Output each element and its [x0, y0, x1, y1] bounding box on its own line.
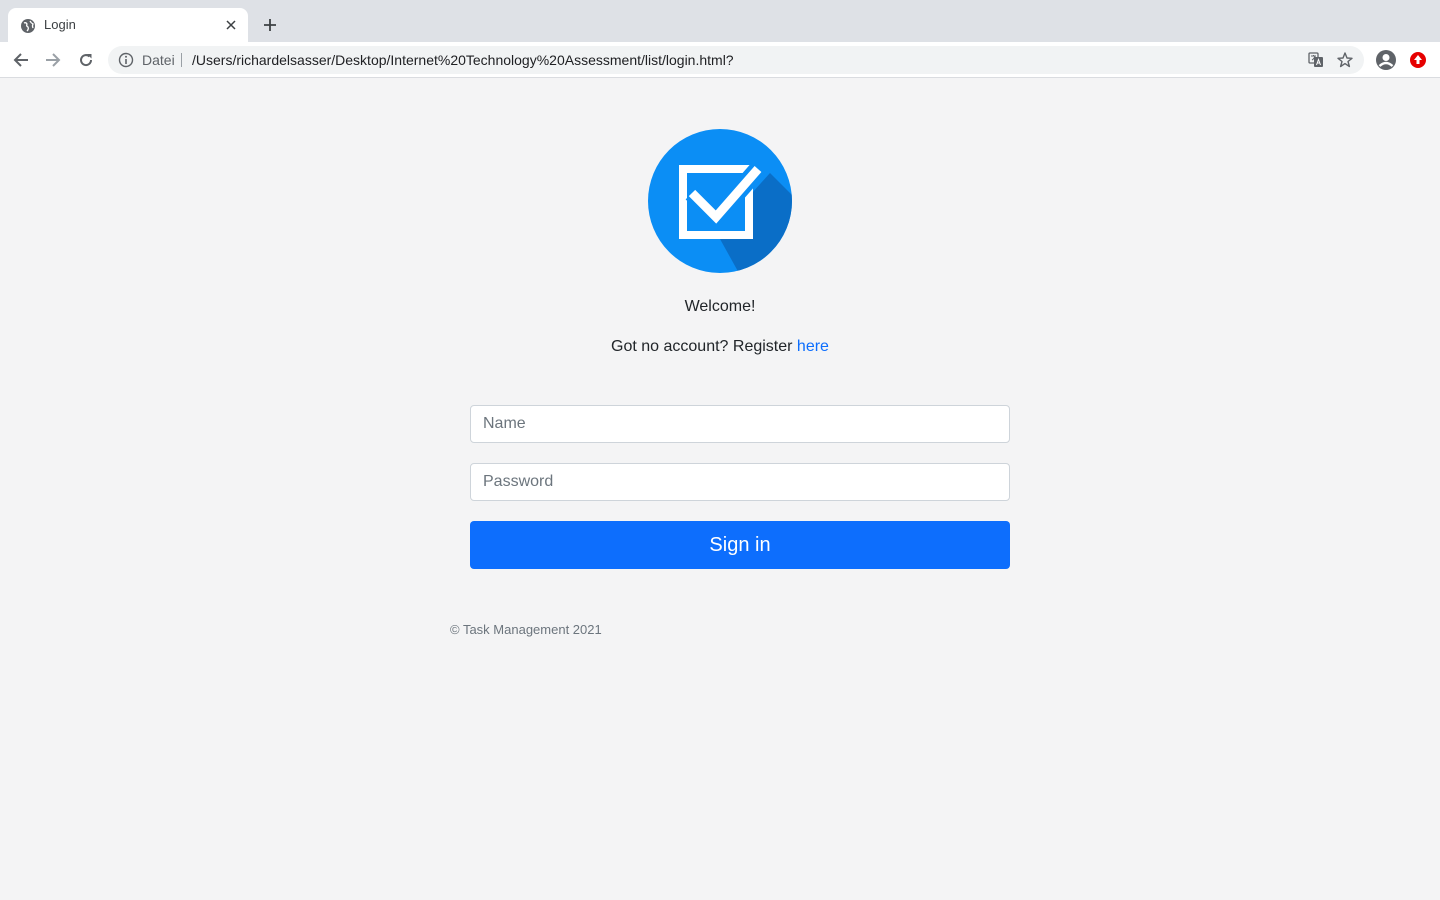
globe-icon: [20, 18, 36, 34]
sign-in-button[interactable]: Sign in: [470, 521, 1010, 569]
register-text: Got no account? Register: [611, 338, 797, 355]
reload-icon[interactable]: [74, 48, 98, 72]
divider: [181, 53, 182, 67]
register-prompt: Got no account? Register here: [0, 338, 1440, 356]
footer-copyright: © Task Management 2021: [450, 622, 602, 637]
star-icon[interactable]: [1336, 51, 1354, 69]
tab-title: Login: [44, 17, 76, 32]
profile-icon[interactable]: [1375, 49, 1397, 71]
extension-icon[interactable]: [1409, 51, 1427, 69]
browser-toolbar: Datei /Users/richardelsasser/Desktop/Int…: [0, 42, 1440, 78]
scheme-label: Datei: [142, 52, 175, 68]
login-page: Welcome! Got no account? Register here S…: [0, 79, 1440, 900]
welcome-text: Welcome!: [684, 298, 756, 315]
name-input[interactable]: [470, 405, 1010, 443]
checkbox-logo: [648, 129, 792, 273]
close-icon[interactable]: [222, 16, 240, 34]
url-text[interactable]: /Users/richardelsasser/Desktop/Internet%…: [192, 52, 734, 68]
translate-icon[interactable]: [1308, 52, 1324, 68]
plus-icon[interactable]: [258, 13, 282, 37]
register-link[interactable]: here: [797, 338, 829, 355]
forward-icon[interactable]: [41, 48, 65, 72]
tab-login[interactable]: Login: [8, 8, 248, 42]
info-icon[interactable]: [118, 52, 134, 68]
back-icon[interactable]: [9, 48, 33, 72]
address-bar[interactable]: Datei /Users/richardelsasser/Desktop/Int…: [108, 46, 1364, 74]
tab-strip: Login: [0, 0, 1440, 42]
password-input[interactable]: [470, 463, 1010, 501]
